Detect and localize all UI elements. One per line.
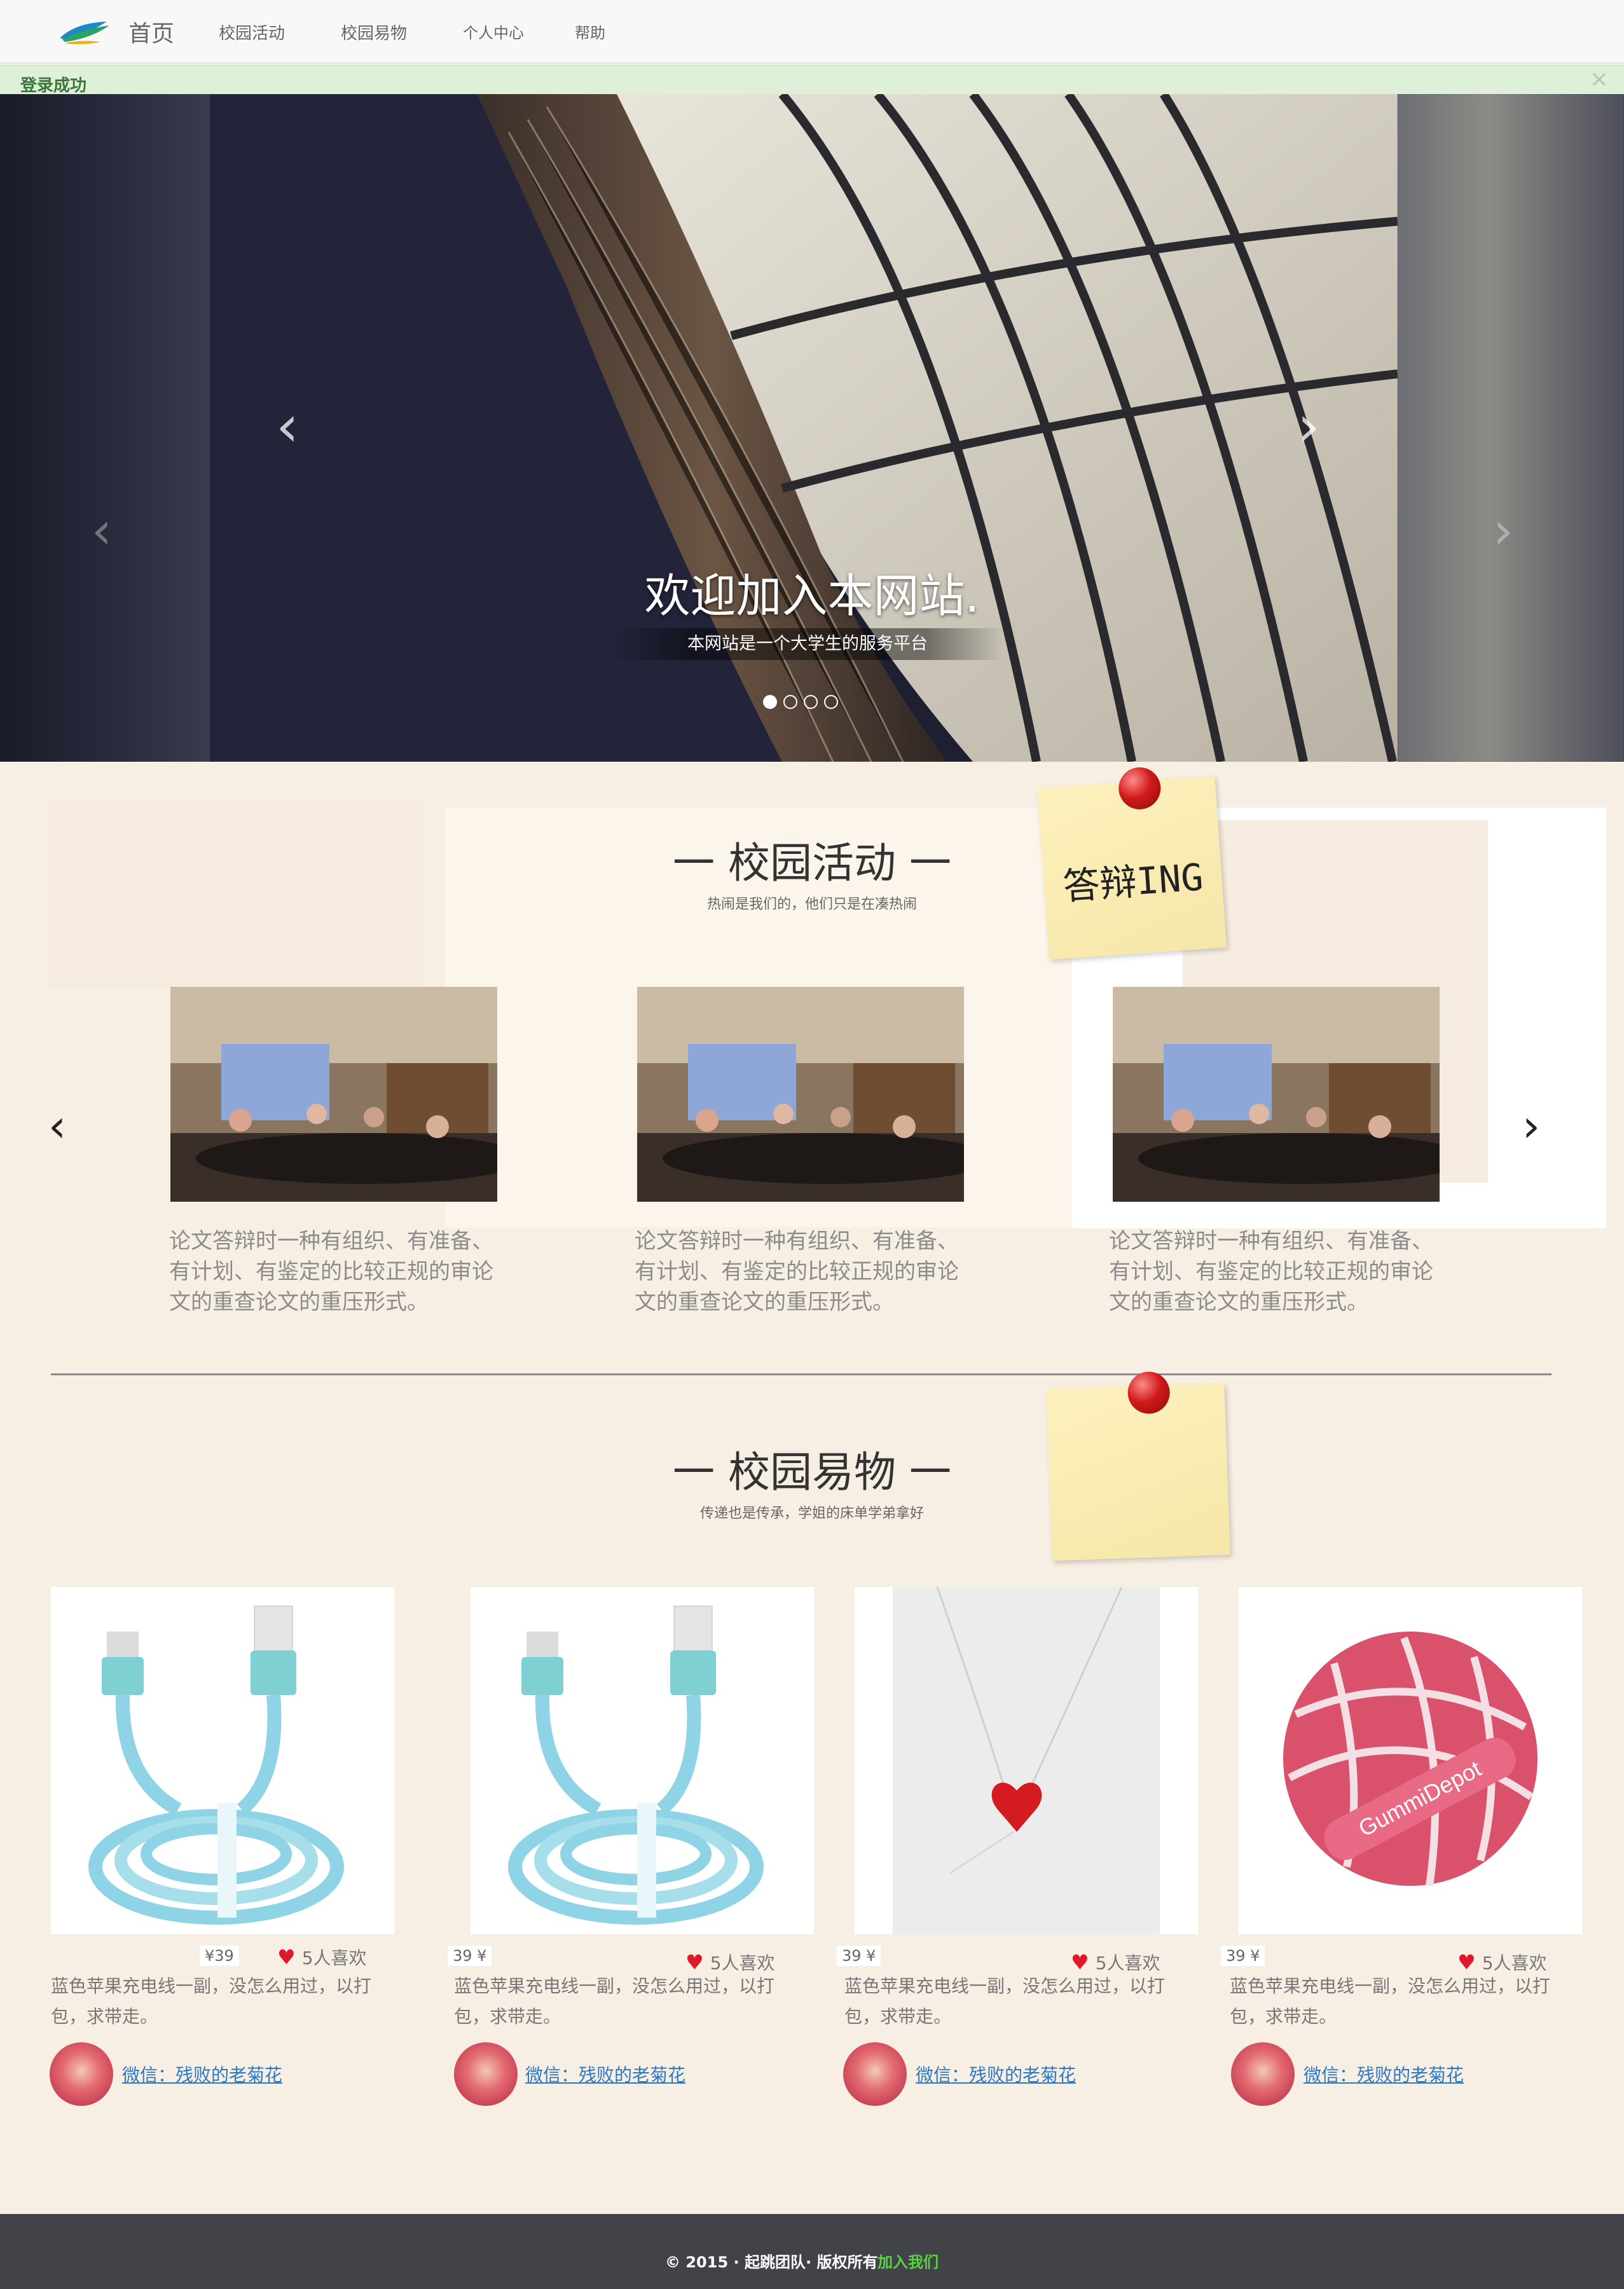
activity-photo[interactable] [170,987,497,1202]
library-photo [210,94,1398,762]
carousel-caption-title: 欢迎加入本网站. [644,569,980,622]
product-description: 蓝色苹果充电线一副，没怎么用过，以打包，求带走。 [844,1976,1166,2027]
avatar[interactable] [1231,2042,1295,2106]
activities-title: 一 校园活动 一 [673,839,951,888]
alert-message: 登录成功 [20,76,87,95]
carousel-dot-3[interactable] [804,695,818,709]
sticky-note: 答辩ING [1036,766,1227,960]
carousel-next-slide [1398,94,1624,762]
product-image-necklace[interactable] [855,1587,1198,1934]
copyright-text: © 2015 · 起跳团队· 版权所有 [665,2253,878,2271]
carousel-indicators [763,695,844,711]
seller-contact-link[interactable]: 微信：残败的老菊花 [122,2061,282,2087]
seller-contact-link[interactable]: 微信：残败的老菊花 [1304,2061,1464,2087]
goods-subtitle: 传递也是传承，学姐的床单学弟拿好 [699,1506,924,1522]
carousel-active-slide [210,94,1398,762]
join-us-link[interactable]: 加入我们 [877,2250,939,2272]
nav-item-profile[interactable]: 个人中心 [463,20,524,43]
nav-item-help[interactable]: 帮助 [575,20,605,43]
site-logo[interactable] [56,17,112,50]
sticky-note-text: 答辩ING [1061,855,1205,909]
footer: © 2015 · 起跳团队· 版权所有 加入我们 [0,2214,1624,2289]
nav-item-activities[interactable]: 校园活动 [219,20,285,44]
chevron-left-icon[interactable]: ‹ [92,501,112,560]
chevron-right-icon[interactable]: › [1493,501,1513,560]
activity-description: 论文答辩时一种有组织、有准备、有计划、有鉴定的比较正规的审论文的重查论文的重压形… [635,1228,959,1315]
carousel-caption-subtitle: 本网站是一个大学生的服务平台 [610,628,1005,660]
goods-title: 一 校园易物 一 [673,1448,951,1497]
section-divider [51,1373,1552,1375]
price-tag: 39 ¥ [837,1946,881,1966]
nav-item-goods[interactable]: 校园易物 [341,20,407,44]
activity-photo[interactable] [1113,987,1440,1202]
carousel-dot-1[interactable] [763,695,777,709]
carousel-dot-4[interactable] [824,695,838,709]
product-description: 蓝色苹果充电线一副，没怎么用过，以打包，求带走。 [51,1976,372,2027]
carousel-prev-arrow[interactable]: ‹ [276,393,299,460]
avatar[interactable] [50,2042,113,2106]
product-image-cable[interactable] [51,1587,394,1934]
seller-contact-link[interactable]: 微信：残败的老菊花 [916,2061,1076,2087]
likes-count[interactable]: ♥ 5人喜欢 [277,1944,367,1970]
activity-description: 论文答辩时一种有组织、有准备、有计划、有鉴定的比较正规的审论文的重查论文的重压形… [1109,1228,1433,1315]
product-image-cable[interactable] [471,1587,814,1934]
seller-contact-link[interactable]: 微信：残败的老菊花 [525,2061,685,2087]
avatar[interactable] [843,2042,907,2106]
carousel-prev-slide [0,94,210,762]
activities-subtitle: 热闹是我们的，他们只是在凑热闹 [706,897,917,912]
nav-home[interactable]: 首页 [128,15,174,48]
price-tag: ¥39 [200,1946,239,1966]
price-tag: 39 ¥ [448,1946,492,1966]
product-description: 蓝色苹果充电线一副，没怎么用过，以打包，求带走。 [454,1976,775,2027]
activity-photo[interactable] [637,987,964,1202]
login-success-alert: 登录成功 × [0,65,1624,95]
navbar: 首页 校园活动 校园易物 个人中心 帮助 [0,0,1624,64]
heart-icon[interactable]: ♥ [277,1945,296,1969]
activities-next-arrow[interactable]: › [1522,1100,1540,1152]
activities-prev-arrow[interactable]: ‹ [48,1100,66,1152]
avatar[interactable] [454,2042,518,2106]
sticky-note [1046,1371,1230,1561]
activity-description: 论文答辩时一种有组织、有准备、有计划、有鉴定的比较正规的审论文的重查论文的重压形… [169,1228,493,1315]
carousel-dot-2[interactable] [783,695,797,709]
product-image-rubber-ball[interactable]: GummiDepot [1239,1587,1582,1934]
product-description: 蓝色苹果充电线一副，没怎么用过，以打包，求带走。 [1230,1976,1551,2027]
likes-label: 5人喜欢 [301,1948,367,1969]
price-tag: 39 ¥ [1221,1946,1265,1966]
close-icon[interactable]: × [1590,66,1609,92]
hero-carousel: ‹ ‹ › › 欢迎加入本网站. 本网站是一个大学生的服务平台 [0,94,1624,762]
carousel-next-arrow[interactable]: › [1297,393,1320,460]
